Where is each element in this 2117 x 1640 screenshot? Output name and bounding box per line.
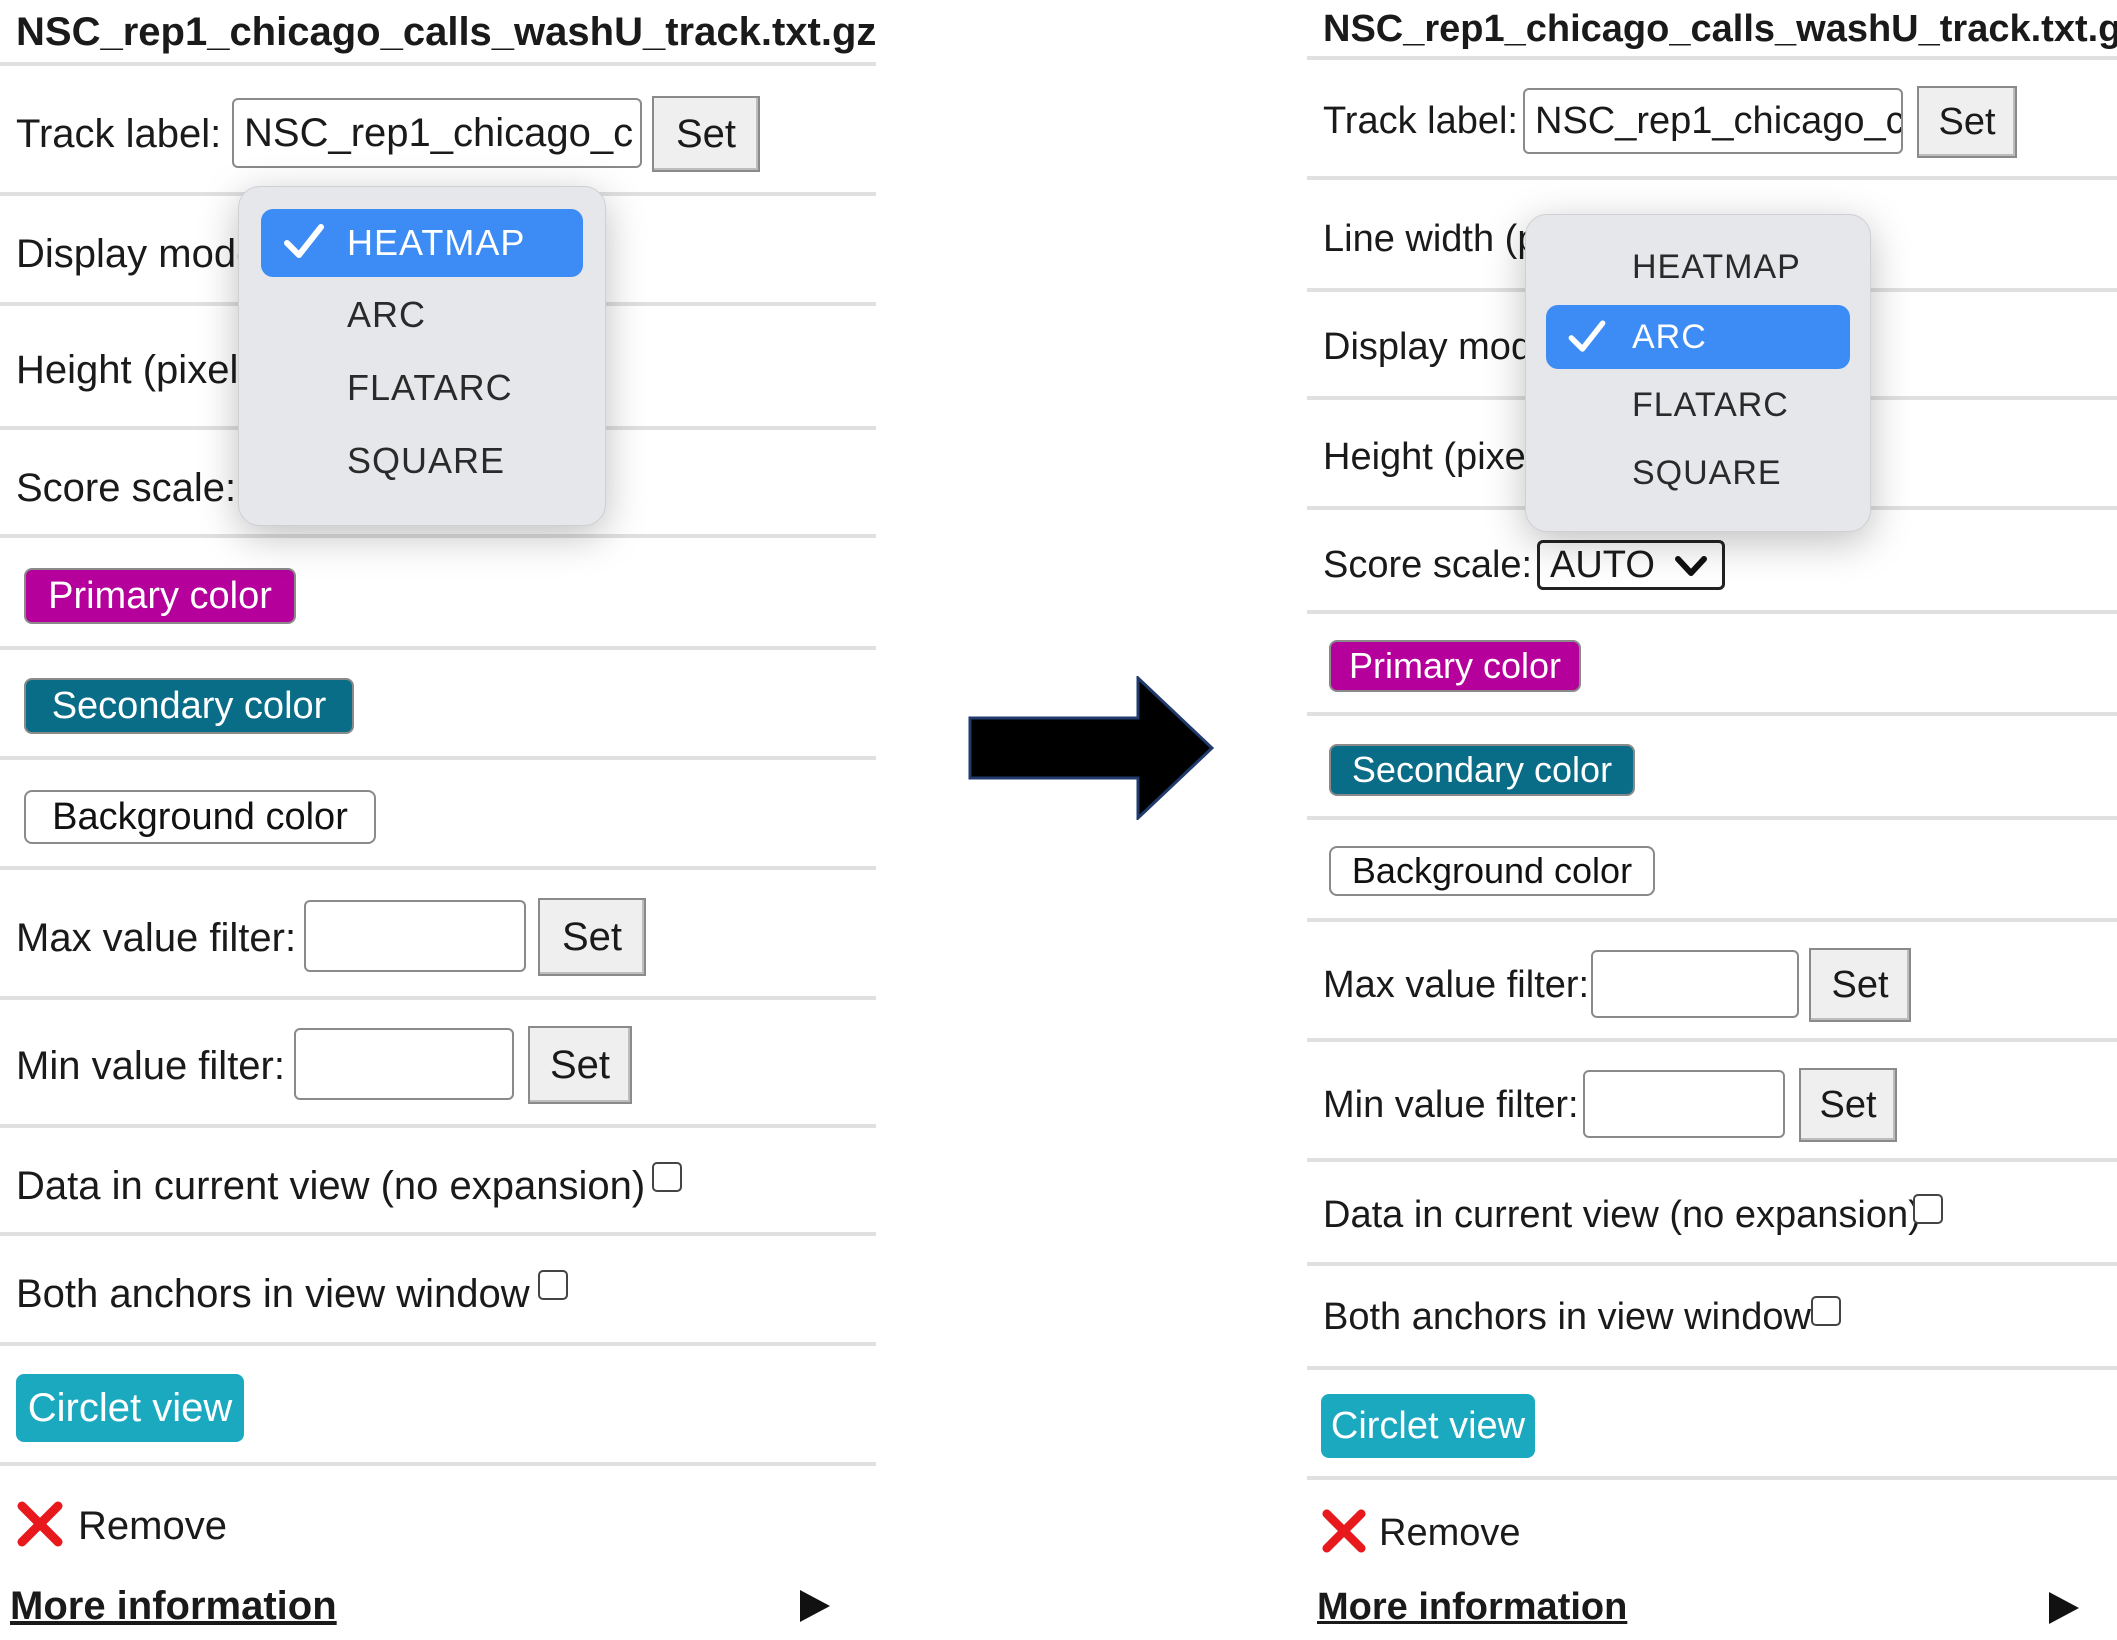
separator bbox=[0, 1124, 876, 1128]
min-value-filter-input[interactable] bbox=[1583, 1070, 1785, 1138]
track-label-label: Track label: bbox=[16, 112, 222, 156]
dropdown-option-heatmap[interactable]: HEATMAP bbox=[261, 209, 583, 277]
score-scale-select[interactable]: AUTO bbox=[1537, 540, 1725, 590]
secondary-color-button[interactable]: Secondary color bbox=[1329, 744, 1635, 796]
max-value-filter-input[interactable] bbox=[304, 900, 526, 972]
min-value-filter-set-button[interactable]: Set bbox=[1799, 1068, 1897, 1142]
max-value-filter-label: Max value filter: bbox=[16, 916, 297, 960]
score-scale-label: Score scale: bbox=[1323, 544, 1533, 586]
height-label: Height (pixels) bbox=[16, 348, 272, 392]
data-current-view-label: Data in current view (no expansion) bbox=[16, 1164, 646, 1208]
min-value-filter-input[interactable] bbox=[294, 1028, 514, 1100]
separator bbox=[1307, 816, 2117, 820]
both-anchors-label: Both anchors in view window bbox=[1323, 1296, 1811, 1338]
chevron-down-icon bbox=[1675, 556, 1707, 576]
max-value-filter-input[interactable] bbox=[1591, 950, 1799, 1018]
checkmark-icon bbox=[284, 224, 324, 258]
more-information-link[interactable]: More information bbox=[10, 1584, 337, 1629]
min-value-filter-set-button[interactable]: Set bbox=[528, 1026, 632, 1104]
checkmark-icon bbox=[1568, 320, 1606, 352]
separator bbox=[1307, 610, 2117, 614]
separator bbox=[1307, 712, 2117, 716]
min-value-filter-label: Min value filter: bbox=[1323, 1084, 1579, 1126]
max-value-filter-set-button[interactable]: Set bbox=[1809, 948, 1911, 1022]
separator bbox=[1307, 918, 2117, 922]
more-information-link[interactable]: More information bbox=[1317, 1586, 1627, 1629]
remove-x-icon[interactable] bbox=[1321, 1508, 1367, 1554]
separator bbox=[1307, 1366, 2117, 1370]
expand-triangle-icon[interactable] bbox=[800, 1590, 830, 1622]
max-value-filter-set-button[interactable]: Set bbox=[538, 898, 646, 976]
separator bbox=[0, 646, 876, 650]
separator bbox=[1307, 176, 2117, 180]
background-color-button[interactable]: Background color bbox=[24, 790, 376, 844]
dropdown-option-square[interactable]: SQUARE bbox=[1546, 441, 1850, 505]
min-value-filter-label: Min value filter: bbox=[16, 1044, 285, 1088]
separator bbox=[0, 1232, 876, 1236]
separator bbox=[0, 1462, 876, 1466]
circlet-view-button[interactable]: Circlet view bbox=[1321, 1394, 1535, 1458]
data-current-view-checkbox[interactable] bbox=[652, 1162, 682, 1192]
both-anchors-checkbox[interactable] bbox=[1811, 1296, 1841, 1326]
right-arrow-icon bbox=[968, 676, 1214, 820]
both-anchors-checkbox[interactable] bbox=[538, 1270, 568, 1300]
track-config-panel-before: NSC_rep1_chicago_calls_washU_track.txt.g… bbox=[0, 0, 876, 1640]
display-mode-dropdown[interactable]: HEATMAP ARC FLATARC SQUARE bbox=[1525, 214, 1871, 532]
separator bbox=[1307, 1158, 2117, 1162]
remove-x-icon[interactable] bbox=[16, 1500, 64, 1548]
data-current-view-checkbox[interactable] bbox=[1913, 1194, 1943, 1224]
primary-color-button[interactable]: Primary color bbox=[24, 568, 296, 624]
separator bbox=[1307, 1262, 2117, 1266]
max-value-filter-label: Max value filter: bbox=[1323, 964, 1590, 1006]
display-mode-dropdown[interactable]: HEATMAP ARC FLATARC SQUARE bbox=[238, 186, 606, 526]
data-current-view-label: Data in current view (no expansion) bbox=[1323, 1194, 1921, 1236]
track-title: NSC_rep1_chicago_calls_washU_track.txt.g… bbox=[16, 10, 876, 54]
primary-color-button[interactable]: Primary color bbox=[1329, 640, 1581, 692]
separator bbox=[0, 866, 876, 870]
dropdown-option-flatarc[interactable]: FLATARC bbox=[1546, 373, 1850, 437]
separator bbox=[1307, 1038, 2117, 1042]
dropdown-option-heatmap[interactable]: HEATMAP bbox=[1546, 235, 1850, 299]
separator bbox=[1307, 1476, 2117, 1480]
separator bbox=[0, 1342, 876, 1346]
remove-label[interactable]: Remove bbox=[1379, 1512, 1521, 1555]
dropdown-option-arc[interactable]: ARC bbox=[1546, 305, 1850, 369]
score-scale-label: Score scale: bbox=[16, 466, 237, 510]
dropdown-option-square[interactable]: SQUARE bbox=[261, 427, 583, 495]
separator bbox=[0, 996, 876, 1000]
dropdown-option-flatarc[interactable]: FLATARC bbox=[261, 354, 583, 422]
separator bbox=[0, 534, 876, 538]
remove-label[interactable]: Remove bbox=[78, 1504, 227, 1549]
separator bbox=[0, 756, 876, 760]
track-label-label: Track label: bbox=[1323, 100, 1518, 142]
track-label-set-button[interactable]: Set bbox=[1917, 86, 2017, 158]
circlet-view-button[interactable]: Circlet view bbox=[16, 1374, 244, 1442]
both-anchors-label: Both anchors in view window bbox=[16, 1272, 530, 1316]
track-label-input[interactable]: NSC_rep1_chicago_c bbox=[1523, 88, 1903, 154]
track-config-panel-after: NSC_rep1_chicago_calls_washU_track.txt.g… bbox=[1307, 0, 2117, 1640]
display-mode-label: Display mode bbox=[16, 232, 259, 276]
display-mode-label: Display mode bbox=[1323, 326, 1554, 368]
track-title: NSC_rep1_chicago_calls_washU_track.txt.g… bbox=[1323, 8, 2117, 50]
background-color-button[interactable]: Background color bbox=[1329, 846, 1655, 896]
secondary-color-button[interactable]: Secondary color bbox=[24, 678, 354, 734]
track-label-set-button[interactable]: Set bbox=[652, 96, 760, 172]
expand-triangle-icon[interactable] bbox=[2049, 1592, 2079, 1624]
separator bbox=[1307, 56, 2117, 60]
track-label-input[interactable]: NSC_rep1_chicago_c bbox=[232, 98, 642, 168]
separator bbox=[0, 62, 876, 66]
dropdown-option-arc[interactable]: ARC bbox=[261, 281, 583, 349]
